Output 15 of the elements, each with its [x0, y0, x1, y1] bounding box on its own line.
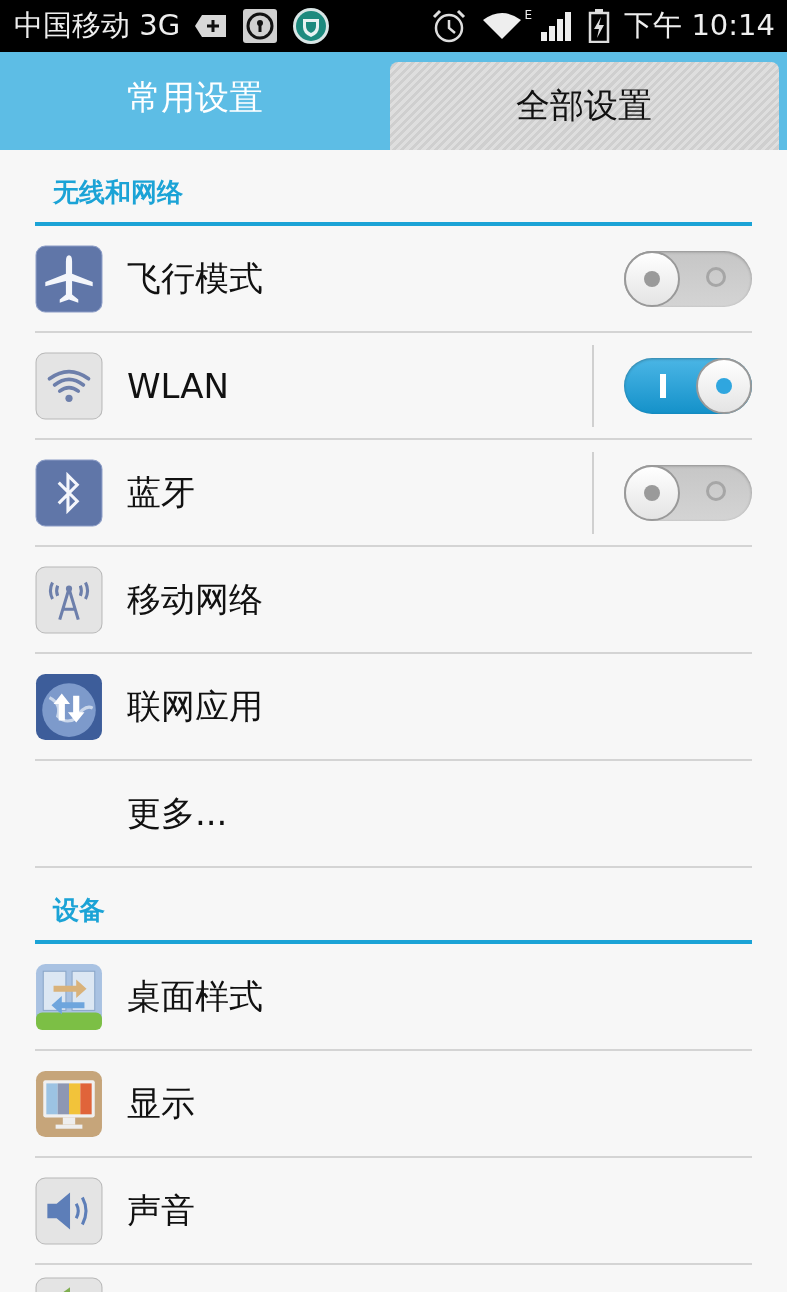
setting-label[interactable]: 桌面样式 [127, 973, 752, 1020]
setting-label[interactable]: 显示 [127, 1080, 752, 1127]
setting-label[interactable]: WLAN [127, 365, 592, 406]
carrier-name: 中国移动 3G [14, 7, 181, 44]
setting-label[interactable]: 联网应用 [127, 683, 752, 730]
setting-label[interactable]: 蓝牙 [127, 469, 592, 516]
clock-time: 下午 10:14 [624, 7, 775, 44]
setting-label[interactable]: 移动网络 [127, 576, 752, 623]
setting-label[interactable]: 声音 [127, 1187, 752, 1234]
section-header: 设备 [51, 894, 105, 927]
network-type-label: E [524, 8, 533, 22]
setting-label[interactable]: 飞行模式 [127, 255, 592, 302]
setting-label[interactable]: 更多... [127, 790, 752, 837]
tab[interactable]: 全部设置 [389, 62, 779, 150]
section-header: 无线和网络 [52, 176, 183, 209]
